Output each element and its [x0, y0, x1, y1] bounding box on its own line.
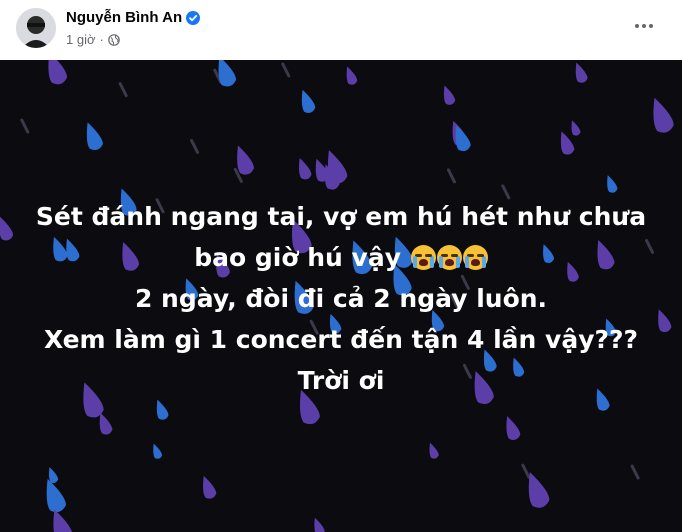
rain-streak: [446, 168, 456, 184]
raindrop: [203, 475, 217, 499]
rain-streak: [630, 464, 640, 480]
avatar[interactable]: [16, 8, 56, 48]
crying-face-icon: [410, 245, 436, 270]
raindrop: [299, 157, 312, 180]
post-line-1: Sét đánh ngang tai, vợ em hú hét như chư…: [35, 202, 647, 231]
avatar-image: [16, 8, 56, 48]
more-options-icon: [635, 24, 639, 28]
crying-face-icon: [462, 245, 488, 270]
post-line-2: bao giờ hú vậy: [0, 237, 682, 278]
author-name[interactable]: Nguyễn Bình An: [66, 9, 182, 26]
post-line-4: Xem làm gì 1 concert đến tận 4 lần vậy??…: [43, 325, 638, 354]
raindrop: [156, 399, 169, 420]
more-dot: [649, 24, 653, 28]
more-options-button[interactable]: [628, 14, 660, 38]
raindrop: [301, 89, 316, 113]
raindrop: [314, 517, 325, 532]
post-meta: 1 giờ ·: [66, 32, 120, 47]
post-text-card: Sét đánh ngang tai, vợ em hú hét như chư…: [0, 60, 682, 532]
raindrop: [443, 85, 456, 105]
raindrop: [506, 416, 521, 440]
post-header: Nguyễn Bình An 1 giờ ·: [0, 0, 682, 60]
post-time[interactable]: 1 giờ: [66, 32, 96, 47]
post-line-3: 2 ngày, đòi đi cả 2 ngày luôn.: [134, 284, 548, 313]
meta-separator: ·: [99, 32, 104, 47]
raindrop: [86, 122, 103, 151]
raindrop: [607, 175, 618, 193]
post-text: Sét đánh ngang tai, vợ em hú hét như chư…: [0, 196, 682, 401]
raindrop: [237, 145, 255, 175]
post-line-5: Trời ơi: [297, 366, 385, 395]
author-row: Nguyễn Bình An: [66, 9, 201, 26]
globe-icon[interactable]: [108, 33, 120, 46]
raindrop: [429, 442, 439, 459]
rain-streak: [20, 118, 30, 134]
rain-streak: [521, 463, 531, 479]
raindrop: [346, 66, 358, 85]
raindrop: [575, 62, 588, 83]
raindrop: [153, 443, 163, 459]
rain-streak: [190, 138, 200, 154]
raindrop: [528, 472, 550, 508]
raindrop: [48, 60, 68, 85]
crying-face-icon: [436, 245, 462, 270]
more-dot: [642, 24, 646, 28]
rain-streak: [281, 62, 291, 78]
verified-badge-icon: [186, 10, 201, 25]
raindrop: [571, 120, 581, 136]
raindrop: [653, 97, 674, 133]
post-line-2-text: bao giờ hú vậy: [194, 243, 402, 272]
rain-streak: [118, 82, 128, 98]
